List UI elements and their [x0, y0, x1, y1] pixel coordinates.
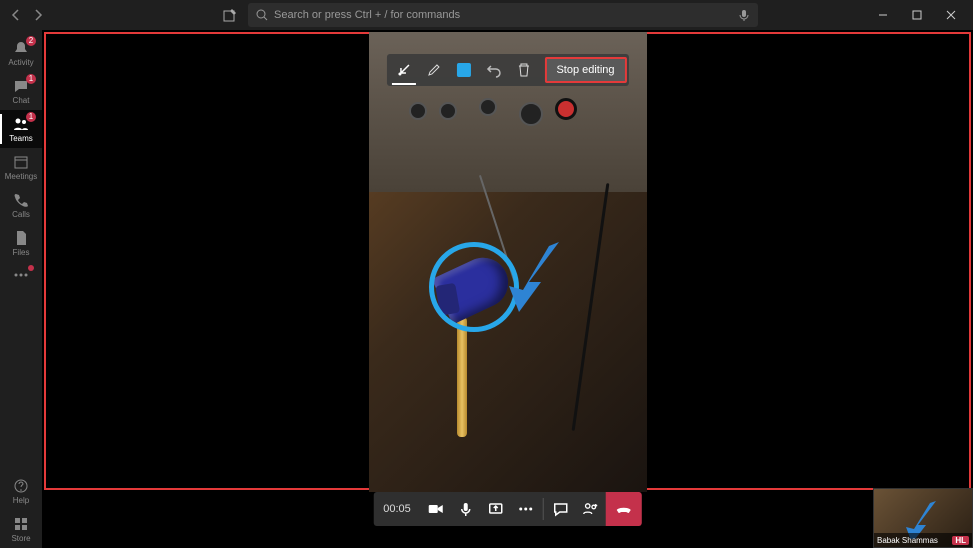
call-timer: 00:05 — [373, 503, 421, 515]
annotation-arrow — [509, 242, 569, 317]
minimize-button[interactable] — [873, 5, 893, 25]
mic-icon[interactable] — [738, 9, 750, 21]
titlebar: Search or press Ctrl + / for commands — [0, 0, 973, 30]
camera-toggle[interactable] — [421, 492, 451, 526]
rail-help[interactable]: Help — [0, 472, 42, 510]
arrow-tool[interactable] — [388, 55, 418, 85]
rail-badge: 2 — [26, 36, 36, 46]
rail-more[interactable] — [0, 262, 42, 288]
notification-dot — [28, 265, 34, 271]
participants-toggle[interactable] — [576, 492, 606, 526]
meeting-stage: Stop editing 00:05 Babak Shammas HL — [42, 30, 973, 548]
rail-badge: 1 — [26, 74, 36, 84]
rail-label: Store — [11, 534, 30, 543]
phone-icon — [13, 192, 29, 208]
calendar-icon — [13, 154, 29, 170]
rail-meetings[interactable]: Meetings — [0, 148, 42, 186]
rail-store[interactable]: Store — [0, 510, 42, 548]
separator — [543, 498, 544, 520]
rail-badge: 1 — [26, 112, 36, 122]
help-icon — [13, 478, 29, 494]
hangup-button[interactable] — [606, 492, 642, 526]
forward-button[interactable] — [28, 5, 48, 25]
delete-button[interactable] — [508, 55, 538, 85]
color-picker[interactable] — [448, 55, 478, 85]
thumbnail-initials: HL — [952, 536, 969, 545]
rail-label: Calls — [12, 210, 30, 219]
mic-toggle[interactable] — [451, 492, 481, 526]
rail-label: Help — [13, 496, 29, 505]
more-actions[interactable] — [511, 492, 541, 526]
rail-activity[interactable]: 2 Activity — [0, 34, 42, 72]
file-icon — [13, 230, 29, 246]
color-swatch — [456, 63, 470, 77]
chat-toggle[interactable] — [546, 492, 576, 526]
call-controls: 00:05 — [373, 492, 642, 526]
annotation-circle — [429, 242, 519, 332]
self-video-thumbnail[interactable]: Babak Shammas HL — [873, 488, 973, 548]
rail-label: Files — [13, 248, 30, 257]
maximize-button[interactable] — [907, 5, 927, 25]
new-message-button[interactable] — [220, 5, 240, 25]
ellipsis-icon — [13, 267, 29, 283]
close-button[interactable] — [941, 5, 961, 25]
pen-tool[interactable] — [418, 55, 448, 85]
rail-label: Chat — [13, 96, 30, 105]
rail-files[interactable]: Files — [0, 224, 42, 262]
thumbnail-name: Babak Shammas — [877, 536, 938, 545]
thumbnail-overlay: Babak Shammas HL — [874, 533, 972, 547]
annotation-toolbar: Stop editing — [386, 54, 628, 86]
shared-video — [369, 32, 647, 492]
share-toggle[interactable] — [481, 492, 511, 526]
brass-fitting — [457, 317, 467, 437]
undo-button[interactable] — [478, 55, 508, 85]
rail-label: Teams — [9, 134, 33, 143]
search-placeholder: Search or press Ctrl + / for commands — [274, 9, 460, 21]
rail-label: Activity — [8, 58, 33, 67]
stop-editing-button[interactable]: Stop editing — [544, 57, 626, 83]
search-input[interactable]: Search or press Ctrl + / for commands — [248, 3, 758, 27]
app-rail: 2 Activity 1 Chat 1 Teams Meetings Calls… — [0, 30, 42, 548]
rail-chat[interactable]: 1 Chat — [0, 72, 42, 110]
back-button[interactable] — [6, 5, 26, 25]
rail-teams[interactable]: 1 Teams — [0, 110, 42, 148]
window-controls — [873, 5, 967, 25]
rail-calls[interactable]: Calls — [0, 186, 42, 224]
history-nav — [6, 5, 48, 25]
store-icon — [13, 516, 29, 532]
stop-editing-label: Stop editing — [556, 64, 614, 76]
rail-label: Meetings — [5, 172, 37, 181]
search-icon — [256, 9, 268, 21]
